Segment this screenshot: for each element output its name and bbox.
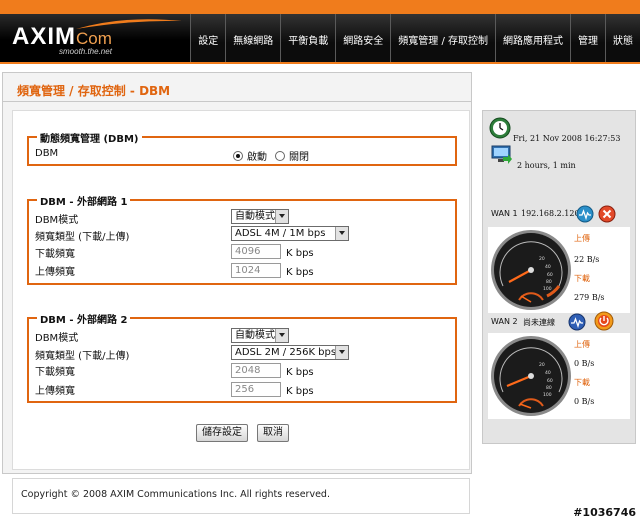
logo-tagline: smooth.the.net (59, 47, 112, 56)
wan2-section-title: DBM - 外部網路 2 (37, 311, 131, 326)
chevron-down-icon (275, 210, 288, 223)
copyright-text: Copyright © 2008 AXIM Communications Inc… (21, 489, 330, 500)
wan2-down-stat-label: 下載 (574, 378, 590, 387)
wan1-type-label: 頻寬類型 (下載/上傳) (35, 232, 130, 243)
wan2-type-select[interactable]: ADSL 2M / 256K bps (231, 345, 349, 360)
wan2-gauge-tick-60: 60 (547, 378, 553, 384)
wan1-gauge-tick-80: 80 (546, 279, 552, 285)
wan2-gauge-box: 20 40 60 80 100 上傳 0 B/s 下載 0 B/s (488, 333, 630, 419)
title-divider (2, 101, 472, 102)
wan2-up-stat-label: 上傳 (574, 340, 590, 349)
wan1-down-input[interactable]: 4096 (231, 244, 281, 259)
nav-item-load-balance[interactable]: 平衡負載 (280, 14, 336, 62)
dbm-section: 動態頻寬管理 (DBM) DBM 啟動 關閉 (27, 130, 457, 166)
wan2-up-input[interactable]: 256 (231, 382, 281, 397)
wan2-link-icon[interactable] (568, 313, 586, 331)
nav-item-settings[interactable]: 設定 (190, 14, 226, 62)
wan1-section: DBM - 外部網路 1 DBM模式 自動模式 頻寬類型 (下載/上傳) ADS… (27, 193, 457, 285)
monitor-icon (491, 145, 512, 164)
status-panel: Fri, 21 Nov 2008 16:27:53 2 hours, 1 min… (482, 110, 636, 444)
wan2-up-stat-value: 0 B/s (574, 359, 595, 368)
wan1-gauge-tick-60: 60 (547, 272, 553, 278)
wan2-section: DBM - 外部網路 2 DBM模式 自動模式 頻寬類型 (下載/上傳) ADS… (27, 311, 457, 403)
wan1-status-label: WAN 1 (491, 209, 518, 218)
wan1-gauge-tick-20: 20 (539, 256, 545, 262)
wan1-disconnect-icon[interactable] (598, 205, 616, 223)
wan1-down-label: 下載頻寬 (35, 249, 75, 260)
save-button[interactable]: 儲存設定 (196, 424, 248, 442)
wan1-type-select[interactable]: ADSL 4M / 1M bps (231, 226, 349, 241)
wan2-gauge-tick-100: 100 (543, 392, 552, 398)
wan1-link-icon[interactable] (576, 205, 594, 223)
wan1-up-stat-value: 22 B/s (574, 255, 600, 264)
wan1-down-unit: K bps (286, 248, 314, 259)
wan2-gauge-tick-40: 40 (545, 370, 551, 376)
wan2-up-unit: K bps (286, 386, 314, 397)
wan1-gauge-tick-40: 40 (545, 264, 551, 270)
nav-item-bandwidth[interactable]: 頻寬管理 / 存取控制 (390, 14, 495, 62)
wan2-status-ip: 尚未連線 (523, 318, 555, 327)
wan1-section-title: DBM - 外部網路 1 (37, 193, 131, 208)
page-title: 頻寬管理 / 存取控制 - DBM (17, 84, 171, 98)
dbm-enable-label: 啟動 (247, 152, 267, 163)
cancel-button[interactable]: 取消 (257, 424, 289, 442)
wan2-mode-select[interactable]: 自動模式 (231, 328, 289, 343)
dbm-label: DBM (35, 148, 59, 159)
wan1-down-stat-value: 279 B/s (574, 293, 605, 302)
dbm-radio-group: 啟動 關閉 (233, 148, 309, 163)
wan1-status-ip: 192.168.2.120 (521, 209, 580, 218)
chevron-down-icon (335, 227, 348, 240)
wan2-up-label: 上傳頻寬 (35, 386, 75, 397)
wan1-gauge-tick-100: 100 (543, 286, 552, 292)
wan2-type-value: ADSL 2M / 256K bps (235, 347, 337, 358)
dbm-disable-radio[interactable] (275, 150, 285, 161)
dbm-section-title: 動態頻寬管理 (DBM) (37, 130, 142, 145)
wan1-up-input[interactable]: 1024 (231, 263, 281, 278)
wan2-down-stat-value: 0 B/s (574, 397, 595, 406)
wan1-type-value: ADSL 4M / 1M bps (235, 228, 326, 239)
wan2-status-label: WAN 2 (491, 317, 518, 326)
wan1-up-stat-label: 上傳 (574, 234, 590, 243)
wan1-up-unit: K bps (286, 267, 314, 278)
wan2-power-icon[interactable] (594, 311, 614, 331)
wan1-mode-value: 自動模式 (235, 211, 275, 222)
wan2-down-label: 下載頻寬 (35, 367, 75, 378)
image-watermark: #1036746 (573, 506, 636, 519)
top-nav: 設定 無線網路 平衡負載 網路安全 頻寬管理 / 存取控制 網路應用程式 管理 … (190, 14, 640, 62)
nav-item-admin[interactable]: 管理 (570, 14, 605, 62)
chevron-down-icon (275, 329, 288, 342)
status-uptime: 2 hours, 1 min (517, 161, 576, 170)
wan1-mode-label: DBM模式 (35, 215, 79, 226)
wan1-down-stat-label: 下載 (574, 274, 590, 283)
wan2-gauge-tick-20: 20 (539, 362, 545, 368)
wan2-mode-label: DBM模式 (35, 333, 79, 344)
wan2-speed-gauge: 20 40 60 80 100 (491, 336, 571, 416)
header-bar: AXIMCom smooth.the.net 設定 無線網路 平衡負載 網路安全… (0, 14, 640, 64)
dbm-enable-radio[interactable] (233, 150, 243, 161)
footer-panel: Copyright © 2008 AXIM Communications Inc… (12, 478, 470, 514)
status-datetime: Fri, 21 Nov 2008 16:27:53 (513, 134, 621, 143)
nav-item-wireless[interactable]: 無線網路 (225, 14, 281, 62)
nav-item-applications[interactable]: 網路應用程式 (495, 14, 570, 62)
wan1-mode-select[interactable]: 自動模式 (231, 209, 289, 224)
nav-item-security[interactable]: 網路安全 (335, 14, 391, 62)
axim-logo[interactable]: AXIMCom smooth.the.net (12, 19, 192, 61)
wan1-speed-gauge: 20 40 60 80 100 (491, 230, 571, 310)
wan2-mode-value: 自動模式 (235, 330, 275, 341)
wan2-gauge-tick-80: 80 (546, 385, 552, 391)
wan2-down-unit: K bps (286, 367, 314, 378)
wan1-up-label: 上傳頻寬 (35, 267, 75, 278)
header-top-strip (0, 0, 640, 14)
nav-item-status[interactable]: 狀態 (605, 14, 640, 62)
dbm-disable-label: 關閉 (289, 152, 309, 163)
clock-icon (489, 117, 511, 139)
wan1-gauge-box: 20 40 60 80 100 上傳 22 B/s 下載 279 B/s (488, 227, 630, 313)
chevron-down-icon (335, 346, 348, 359)
wan2-type-label: 頻寬類型 (下載/上傳) (35, 351, 130, 362)
wan2-down-input[interactable]: 2048 (231, 363, 281, 378)
